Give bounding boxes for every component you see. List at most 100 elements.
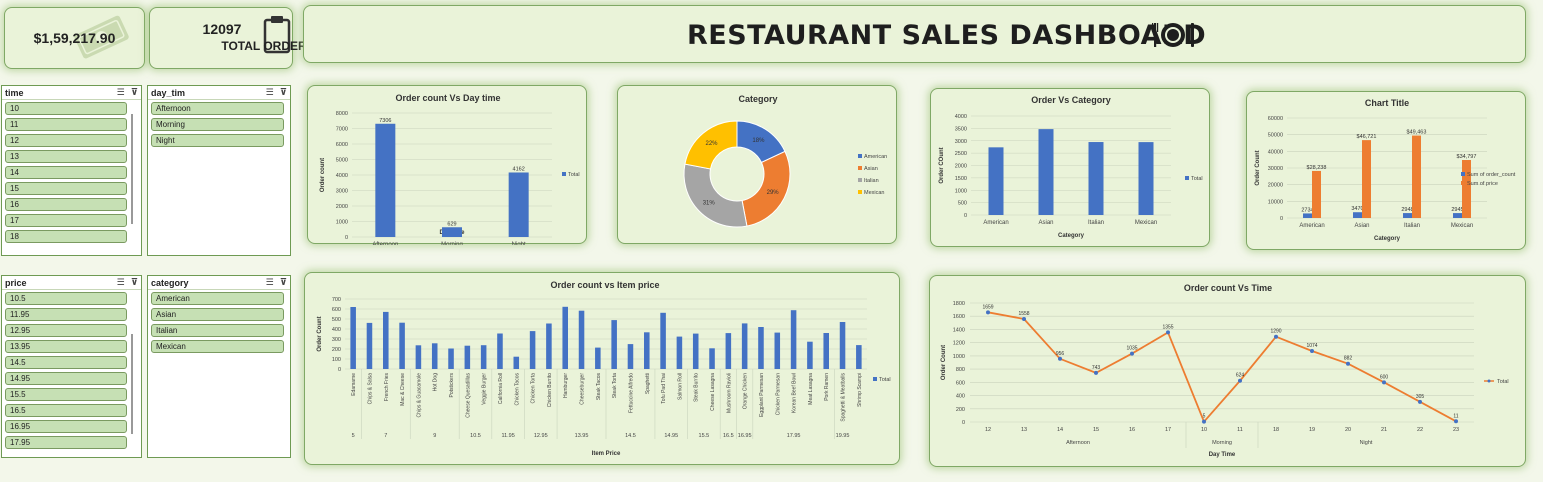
y-tick-label: 3500 bbox=[955, 126, 967, 132]
y-tick-label: 60000 bbox=[1268, 116, 1283, 122]
clear-filter-icon[interactable]: ⊽ bbox=[131, 87, 138, 98]
slicer-item[interactable]: Afternoon bbox=[151, 102, 284, 115]
revenue-value: $1,59,217.90 bbox=[33, 30, 116, 46]
data-label: 743 bbox=[1092, 365, 1101, 371]
y-tick-label: 4000 bbox=[955, 114, 967, 120]
bar-veggie-burger bbox=[480, 345, 487, 369]
x-tick-label: American bbox=[1299, 223, 1324, 229]
slicer-item[interactable]: 14.5 bbox=[5, 356, 127, 369]
data-label: $28,238 bbox=[1307, 165, 1327, 171]
slicer-item[interactable]: Asian bbox=[151, 308, 284, 321]
y-tick-label: 500 bbox=[958, 201, 967, 207]
bar-american bbox=[1312, 170, 1321, 218]
multi-select-icon[interactable]: ☰ bbox=[117, 87, 125, 98]
slicer-item[interactable]: Italian bbox=[151, 324, 284, 337]
legend-swatch bbox=[858, 190, 862, 194]
slicer-item[interactable]: 14 bbox=[5, 166, 127, 179]
y-tick-label: 2500 bbox=[955, 151, 967, 157]
slicer-item[interactable]: 17.95 bbox=[5, 436, 127, 449]
bar-chicken-burrito bbox=[546, 323, 552, 369]
data-label: 629 bbox=[447, 221, 456, 227]
slicer-item[interactable]: Mexican bbox=[151, 340, 284, 353]
slicer-price-title: price bbox=[5, 277, 27, 288]
data-label: 305 bbox=[1416, 394, 1425, 400]
bar-eggplant-parmesan bbox=[758, 327, 764, 369]
data-point bbox=[1238, 378, 1242, 383]
legend-label: Total bbox=[1497, 379, 1509, 385]
slicer-scrollbar[interactable] bbox=[131, 114, 133, 224]
slicer-item[interactable]: 13.95 bbox=[5, 340, 127, 353]
multi-select-icon[interactable]: ☰ bbox=[266, 277, 274, 288]
slicer-item[interactable]: 17 bbox=[5, 214, 127, 227]
chart-itemprice-card[interactable]: Order count vs Item price 0 100 200 300 400 50… bbox=[304, 272, 900, 465]
data-point bbox=[1310, 348, 1314, 353]
slicer-item[interactable]: 11.95 bbox=[5, 308, 127, 321]
multi-select-icon[interactable]: ☰ bbox=[266, 87, 274, 98]
y-tick-label: 100 bbox=[332, 357, 341, 363]
slicer-item[interactable]: 15.5 bbox=[5, 388, 127, 401]
data-label: 11 bbox=[1453, 413, 1458, 419]
slicer-item[interactable]: 10 bbox=[5, 102, 127, 115]
x-tick-label: 23 bbox=[1453, 427, 1459, 433]
slicer-item[interactable]: 11 bbox=[5, 118, 127, 131]
chart-chart4-card[interactable]: Chart Title 0 10000 20000 30000 40000 50000 600… bbox=[1246, 91, 1526, 250]
slicer-item[interactable]: 15 bbox=[5, 182, 127, 195]
data-point bbox=[1130, 351, 1134, 356]
chart-title: Order count Vs Time bbox=[1184, 283, 1272, 293]
price-group-label: 17.95 bbox=[787, 433, 801, 439]
x-tick-label: Hamburger bbox=[563, 373, 569, 398]
price-group-label: 10.5 bbox=[470, 433, 481, 439]
bar-afternoon bbox=[375, 123, 396, 237]
slicer-day-tim: day_tim ☰ ⊽ Afternoon Morning Night bbox=[147, 85, 291, 256]
pie-slice-italian bbox=[683, 163, 748, 228]
slicer-item[interactable]: Morning bbox=[151, 118, 284, 131]
chart-category-card[interactable]: Category 18% 29% 31% 22% American Asian Italian… bbox=[617, 85, 897, 244]
clear-filter-icon[interactable]: ⊽ bbox=[131, 277, 138, 288]
data-label: 882 bbox=[1344, 356, 1353, 362]
legend-swatch bbox=[1185, 176, 1189, 180]
y-tick-label: 6000 bbox=[336, 142, 348, 148]
bar-shrimp-scampi bbox=[856, 345, 862, 369]
chart-daytime-card[interactable]: Order count Vs Day time 0 1000 2000 3000 4000… bbox=[307, 85, 587, 245]
bar-asian bbox=[1353, 212, 1362, 218]
bar-morning bbox=[442, 227, 462, 237]
clear-filter-icon[interactable]: ⊽ bbox=[280, 277, 287, 288]
slicer-item[interactable]: 16 bbox=[5, 198, 127, 211]
slicer-item[interactable]: 14.95 bbox=[5, 372, 127, 385]
price-group-label: 5 bbox=[352, 433, 355, 439]
slicer-item[interactable]: 12 bbox=[5, 134, 127, 147]
slicer-item[interactable]: 18 bbox=[5, 230, 127, 243]
y-tick-label: 7000 bbox=[336, 127, 348, 133]
x-tick-label: Spaghetti & Meatballs bbox=[841, 373, 847, 422]
chart-ordercat-card[interactable]: Order Vs Category 0 500 1000 1500 2000 2500 300… bbox=[930, 88, 1210, 247]
y-tick-label: 3000 bbox=[336, 189, 348, 195]
x-tick-label: Asian bbox=[1038, 220, 1053, 226]
x-tick-label: Morning bbox=[441, 242, 463, 245]
bar-french-fries bbox=[383, 311, 389, 369]
legend-label: Mexican bbox=[864, 190, 884, 196]
multi-select-icon[interactable]: ☰ bbox=[117, 277, 125, 288]
bar-american bbox=[988, 147, 1004, 215]
clear-filter-icon[interactable]: ⊽ bbox=[280, 87, 287, 98]
y-tick-label: 0 bbox=[1280, 216, 1283, 222]
slicer-item[interactable]: American bbox=[151, 292, 284, 305]
chart-ordertime-card[interactable]: Order count Vs Time 0 200 400 600 800 1000 1200… bbox=[929, 275, 1526, 467]
data-label: 2734 bbox=[1301, 207, 1313, 213]
x-tick-label: Steak Tacos bbox=[596, 373, 602, 401]
data-point bbox=[1418, 399, 1422, 404]
slicer-item[interactable]: Night bbox=[151, 134, 284, 147]
slicer-item[interactable]: 16.5 bbox=[5, 404, 127, 417]
price-group-label: 12.95 bbox=[534, 433, 548, 439]
data-label: 1290 bbox=[1270, 329, 1281, 335]
slicer-item[interactable]: 16.95 bbox=[5, 420, 127, 433]
y-tick-label: 1000 bbox=[336, 220, 348, 226]
chart-title: Order Vs Category bbox=[1031, 95, 1111, 105]
slicer-scrollbar[interactable] bbox=[131, 334, 133, 434]
slicer-item[interactable]: 13 bbox=[5, 150, 127, 163]
bar-potstickers bbox=[448, 348, 454, 369]
slicer-category-title: category bbox=[151, 277, 189, 288]
x-tick-label: 22 bbox=[1417, 427, 1423, 433]
slicer-item[interactable]: 12.95 bbox=[5, 324, 127, 337]
slicer-item[interactable]: 10.5 bbox=[5, 292, 127, 305]
data-label: 22% bbox=[705, 141, 718, 147]
